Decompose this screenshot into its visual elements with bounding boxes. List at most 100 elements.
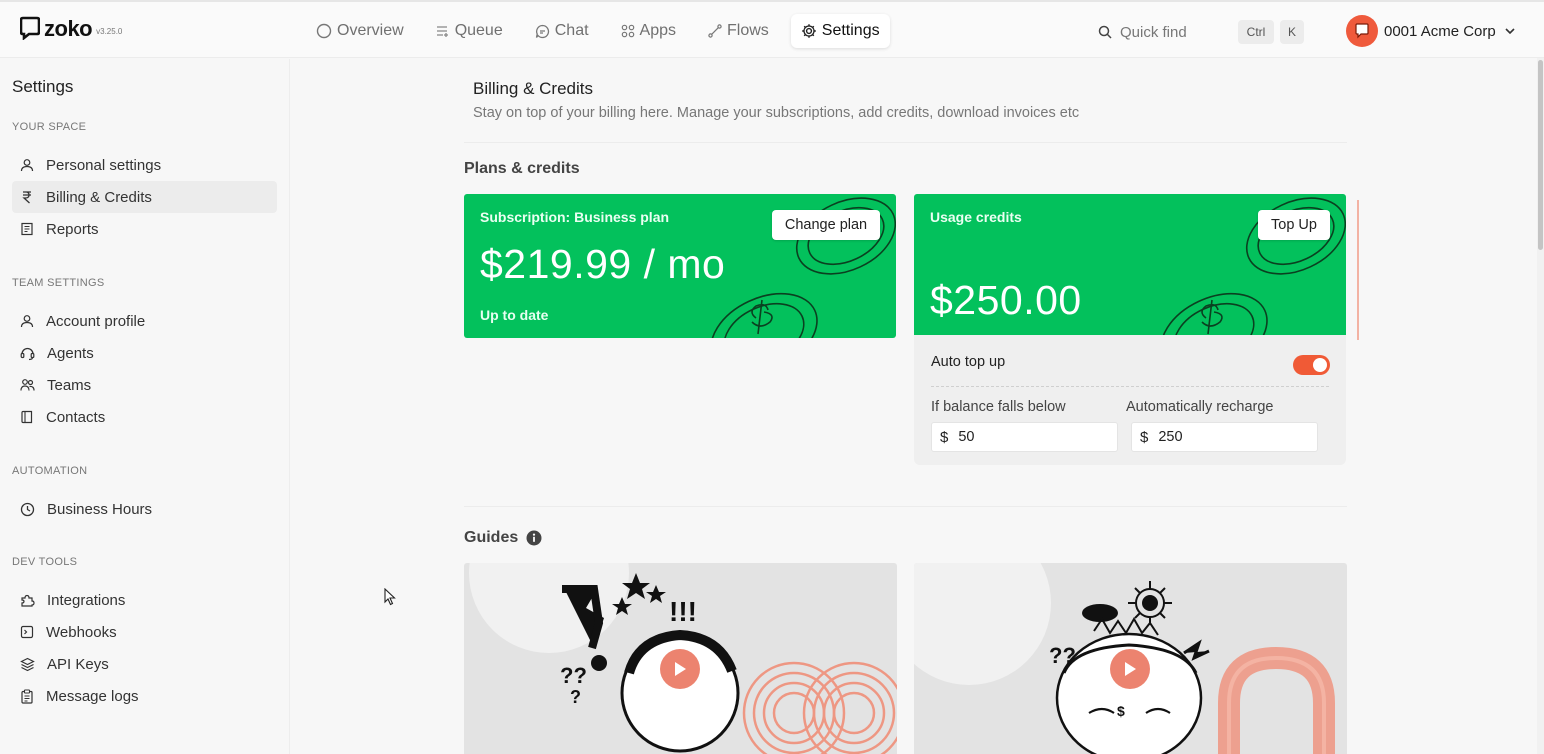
shortcut-k-key: K [1280, 20, 1304, 44]
nav-overview-label: Overview [337, 22, 404, 39]
nav-chat[interactable]: Chat [525, 14, 599, 48]
threshold-input[interactable] [958, 429, 1099, 445]
report-icon [21, 222, 33, 236]
svg-text:$: $ [1117, 703, 1125, 719]
quick-find-placeholder: Quick find [1120, 23, 1187, 41]
guide-video-card[interactable]: !!! ?? ? [464, 563, 897, 754]
scroll-edge-indicator [1357, 200, 1359, 340]
sidebar-item-label: Business Hours [47, 500, 153, 518]
nav-settings[interactable]: Settings [790, 14, 890, 48]
gear-icon [801, 24, 816, 38]
sidebar-item-business-hours[interactable]: Business Hours [12, 493, 277, 525]
nav-flows[interactable]: Flows [698, 14, 779, 48]
sidebar-item-agents[interactable]: Agents [12, 337, 277, 369]
usage-credits-card: Usage credits $250.00 Top Up [914, 194, 1346, 338]
svg-text:?: ? [570, 687, 581, 707]
top-up-button[interactable]: Top Up [1258, 210, 1330, 240]
sidebar-item-integrations[interactable]: Integrations [12, 584, 277, 616]
sidebar-item-reports[interactable]: Reports [12, 213, 277, 245]
contacts-book-icon [21, 410, 33, 424]
toggle-knob [1313, 358, 1327, 372]
subscription-card: Subscription: Business plan $219.99 / mo… [464, 194, 896, 338]
queue-icon [436, 26, 448, 37]
guides-section-title: Guides [464, 529, 542, 547]
chat-icon [535, 24, 549, 38]
clock-icon [20, 502, 35, 516]
sidebar-item-label: Personal settings [46, 156, 162, 174]
page-description: Stay on top of your billing here. Manage… [473, 105, 1080, 121]
agent-icon [20, 347, 35, 360]
sidebar-item-label: Integrations [47, 591, 126, 609]
quick-find[interactable]: Quick find Ctrl K [1088, 16, 1308, 48]
usage-credits-label: Usage credits [930, 209, 1022, 225]
mouse-cursor-icon [384, 588, 396, 606]
nav-apps[interactable]: Apps [611, 14, 686, 48]
play-button[interactable] [660, 649, 700, 689]
sidebar-item-webhooks[interactable]: Webhooks [12, 616, 277, 648]
sidebar-section-your-space: YOUR SPACE [12, 121, 87, 133]
sidebar-item-billing-credits[interactable]: Billing & Credits [12, 181, 277, 213]
info-icon[interactable] [526, 530, 542, 546]
threshold-label: If balance falls below [931, 399, 1066, 415]
sidebar-item-contacts[interactable]: Contacts [12, 401, 277, 433]
sidebar-item-label: Message logs [46, 687, 139, 705]
terminal-icon [20, 625, 34, 639]
sidebar-item-api-keys[interactable]: API Keys [12, 648, 277, 680]
nav-settings-label: Settings [821, 22, 880, 39]
flows-icon [708, 24, 722, 38]
sidebar-item-label: API Keys [47, 655, 109, 673]
auto-top-up-panel: Auto top up If balance falls below Autom… [914, 335, 1346, 465]
main-content: Billing & Credits Stay on top of your bi… [291, 59, 1544, 754]
zoko-logo-icon [20, 16, 40, 40]
top-bar: zoko v3.25.0 Overview Queue Chat Apps Fl… [0, 0, 1544, 58]
search-icon [1098, 25, 1112, 39]
recharge-currency: $ [1140, 428, 1149, 446]
sidebar-item-label: Reports [46, 220, 99, 238]
user-icon [20, 315, 34, 328]
recharge-input[interactable] [1158, 429, 1299, 445]
guide-video-card[interactable]: ?? $ [914, 563, 1347, 754]
clipboard-icon [21, 688, 33, 704]
sidebar-item-label: Agents [47, 344, 94, 362]
team-icon [20, 379, 35, 391]
chevron-down-icon [1505, 28, 1515, 35]
account-avatar [1346, 15, 1378, 47]
play-button[interactable] [1110, 649, 1150, 689]
logo-text: zoko [44, 16, 93, 41]
page-title: Billing & Credits [473, 79, 593, 98]
nav-overview[interactable]: Overview [306, 14, 414, 48]
zoko-logo[interactable]: zoko v3.25.0 [20, 16, 122, 40]
sidebar-title: Settings [12, 77, 74, 96]
apps-grid-icon [621, 24, 634, 38]
zoko-avatar-icon [1355, 23, 1369, 39]
auto-top-up-toggle[interactable] [1293, 355, 1330, 375]
sidebar-section-automation: AUTOMATION [12, 465, 88, 477]
user-icon [20, 159, 34, 172]
threshold-field: $ [931, 422, 1118, 452]
recharge-label: Automatically recharge [1126, 399, 1274, 415]
subscription-status: Up to date [480, 307, 549, 323]
svg-text:??: ?? [1049, 643, 1076, 668]
nav-apps-label: Apps [639, 22, 676, 39]
sidebar-item-personal-settings[interactable]: Personal settings [12, 149, 277, 181]
section-divider [464, 506, 1347, 507]
sidebar-item-account-profile[interactable]: Account profile [12, 305, 277, 337]
scrollbar-thumb[interactable] [1538, 60, 1543, 250]
sidebar-item-label: Webhooks [46, 623, 117, 641]
account-switcher[interactable]: 0001 Acme Corp [1346, 14, 1516, 48]
page-scrollbar[interactable] [1537, 58, 1544, 754]
usage-credits-amount: $250.00 [930, 277, 1082, 323]
change-plan-button[interactable]: Change plan [772, 210, 880, 240]
recharge-field: $ [1131, 422, 1318, 452]
nav-queue[interactable]: Queue [426, 14, 513, 48]
sidebar-item-label: Billing & Credits [46, 188, 152, 206]
sidebar-item-teams[interactable]: Teams [12, 369, 277, 401]
svg-text:!!!: !!! [669, 596, 697, 627]
sidebar-item-message-logs[interactable]: Message logs [12, 680, 277, 712]
nav-flows-label: Flows [727, 22, 769, 39]
sidebar-section-dev-tools: DEV TOOLS [12, 556, 78, 568]
subscription-plan-label: Subscription: Business plan [480, 209, 670, 225]
settings-sidebar: Settings YOUR SPACE Personal settings Bi… [0, 59, 290, 754]
nav-chat-label: Chat [554, 22, 589, 39]
svg-text:??: ?? [560, 663, 587, 688]
